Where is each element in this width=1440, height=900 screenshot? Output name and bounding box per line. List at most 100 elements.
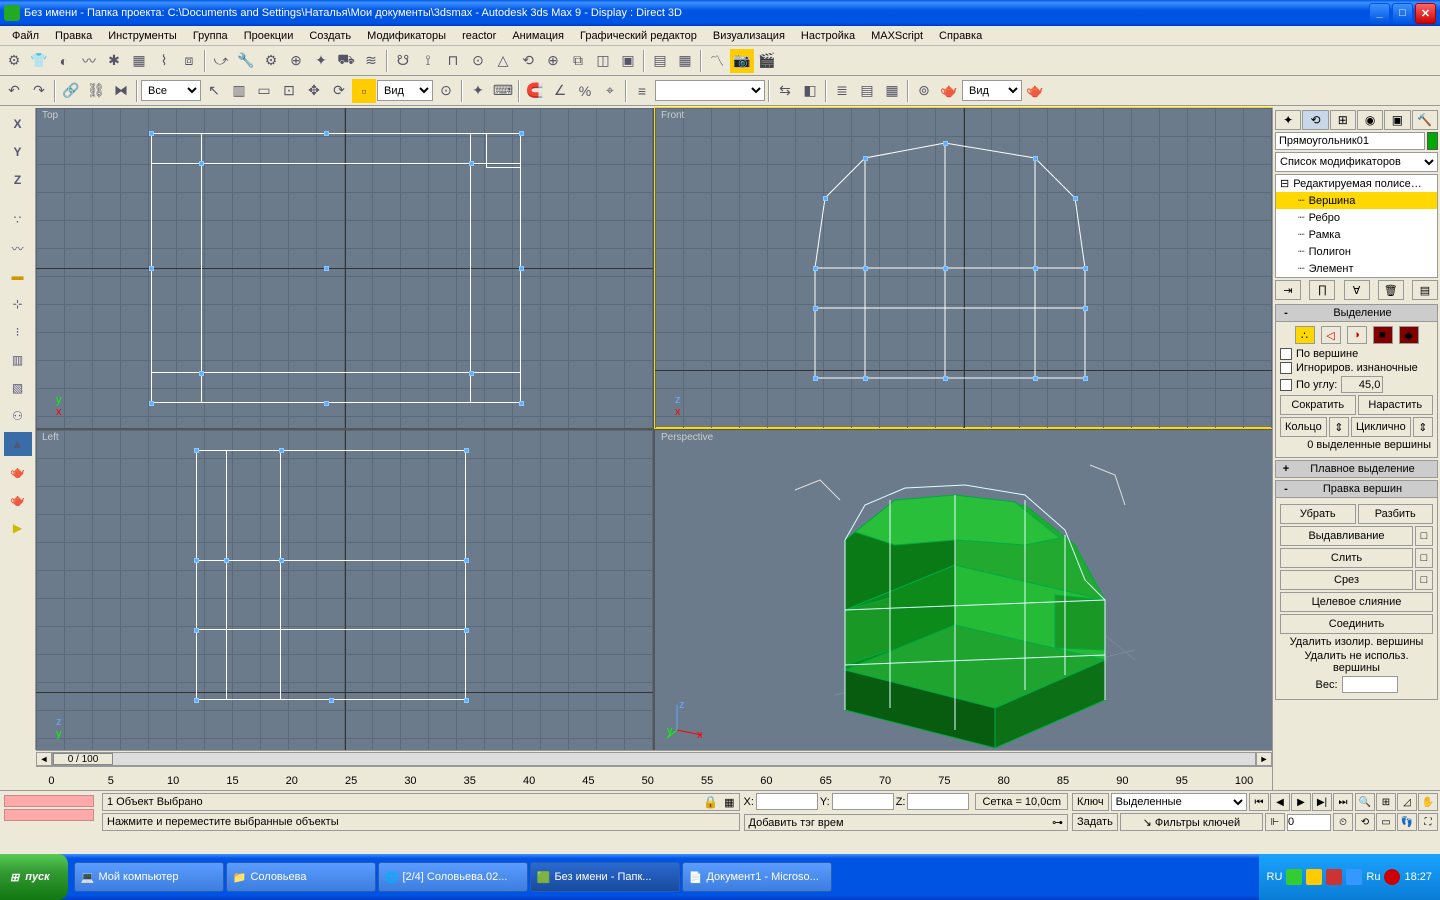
wand-icon[interactable]: ⤻ [209,49,233,73]
object-name-field[interactable] [1275,132,1425,150]
extrude-button[interactable]: Выдавливание [1280,526,1413,546]
teapot-left-icon[interactable]: 🫖 [4,460,32,484]
key-mode-dropdown[interactable]: Выделенные [1111,793,1247,811]
remove-iso-button[interactable]: Удалить изолир. вершины [1282,636,1431,648]
menu-group[interactable]: Группа [185,28,236,44]
viewport-perspective[interactable]: Perspective [655,430,1272,750]
manipulate-icon[interactable]: ✦ [466,79,490,103]
point-icon[interactable]: ⊙ [466,49,490,73]
remove-unused-button[interactable]: Удалить не использ. вершины [1282,650,1431,674]
key-lock-icon[interactable]: ⊶ [1052,816,1063,829]
time-scroll-right[interactable]: ► [1256,752,1272,766]
prev-frame-icon[interactable]: ◀ [1270,793,1290,811]
named-sel-icon[interactable]: ≡ [630,79,654,103]
rollout-selection-header[interactable]: -Выделение [1275,304,1438,322]
goto-start-icon[interactable]: ⏮ [1249,793,1269,811]
scale-icon[interactable]: ▫ [352,79,376,103]
ref-coord-dropdown[interactable]: Вид [377,80,433,101]
break-button[interactable]: Разбить [1358,504,1434,524]
pin-stack-icon[interactable]: ⇥ [1275,280,1301,300]
time-slider-thumb[interactable]: 0 / 100 [53,753,113,765]
wrench-icon[interactable]: 🔧 [234,49,258,73]
menu-maxscript[interactable]: MAXScript [863,28,931,44]
percent-snap-icon[interactable]: % [573,79,597,103]
chk-by-angle[interactable] [1280,379,1292,391]
angular-icon[interactable]: ⟲ [516,49,540,73]
add-time-tag[interactable]: Добавить тэг врем [749,817,844,829]
nav-region-icon[interactable]: ▭ [1376,813,1396,831]
auto-key-button[interactable]: Ключ [1072,793,1109,811]
menu-help[interactable]: Справка [931,28,990,44]
time-slider-track[interactable]: 0 / 100 [52,752,1256,766]
motor-icon[interactable]: ⊕ [284,49,308,73]
ragdoll-icon[interactable]: ☋ [391,49,415,73]
render-icon[interactable]: 🎬 [755,49,779,73]
loop-spinner[interactable]: ⇕ [1413,417,1433,437]
menu-graph[interactable]: Графический редактор [572,28,705,44]
select-icon[interactable]: ↖ [202,79,226,103]
connect-button[interactable]: Соединить [1280,614,1433,634]
layer-2-icon[interactable]: ▤ [855,79,879,103]
menu-create[interactable]: Создать [301,28,359,44]
start-button[interactable]: ⊞пуск [0,854,68,900]
tab-display-icon[interactable]: ▣ [1384,110,1410,130]
layer-3-icon[interactable]: ▦ [880,79,904,103]
flame-icon[interactable]: ▲ [4,432,32,456]
task-browser[interactable]: 🌐 [2/4] Соловьева.02... [378,862,528,892]
modifier-list-dropdown[interactable]: Список модификаторов [1275,152,1438,172]
material-icon[interactable]: ⊚ [912,79,936,103]
rotate-icon[interactable]: ⟳ [327,79,351,103]
curve-editor-icon[interactable]: 〽 [705,49,729,73]
nav-zoom-icon[interactable]: 🔍 [1355,793,1375,811]
window-cross-icon[interactable]: ⊡ [277,79,301,103]
time-scroll-left[interactable]: ◄ [36,752,52,766]
selection-filter-dropdown[interactable]: Все [141,80,201,101]
bind-icon[interactable]: ⧓ [109,79,133,103]
tray-icon-2[interactable] [1306,869,1322,885]
stack-polygon[interactable]: ┈ Полигон [1276,243,1437,260]
spinner-snap-icon[interactable]: ⌖ [598,79,622,103]
nav-orbit-icon[interactable]: ⟲ [1355,813,1375,831]
set-key-button[interactable]: Задать [1072,813,1118,831]
y-coord-field[interactable] [832,793,894,810]
tab-utilities-icon[interactable]: 🔨 [1412,110,1438,130]
stack-edge[interactable]: ┈ Ребро [1276,209,1437,226]
chamfer-settings-icon[interactable]: □ [1415,570,1433,590]
mirror-icon[interactable]: ⇆ [773,79,797,103]
render-setup-icon[interactable]: 📷 [730,49,754,73]
prism-icon[interactable]: △ [491,49,515,73]
plane-icon[interactable]: ▦ [127,49,151,73]
align-icon[interactable]: ◧ [798,79,822,103]
y-constraint[interactable]: Y [4,140,32,164]
extrude-settings-icon[interactable]: □ [1415,526,1433,546]
grow-button[interactable]: Нарастить [1358,395,1434,415]
quick-render-icon[interactable]: 🫖 [1023,79,1047,103]
wind-icon[interactable]: ✱ [102,49,126,73]
pivot-icon[interactable]: ⊙ [434,79,458,103]
play-anim-icon[interactable]: ▶ [1291,793,1311,811]
subobj-vertex-icon[interactable]: ∴ [1295,326,1315,344]
configure-icon[interactable]: ▤ [1412,280,1438,300]
x-coord-field[interactable] [756,793,818,810]
nav-fov-icon[interactable]: ◿ [1397,793,1417,811]
hinge-icon[interactable]: ⊓ [441,49,465,73]
cloth-icon[interactable]: 👕 [27,49,51,73]
render-preset-dropdown[interactable]: Вид [962,80,1022,101]
spacing-icon[interactable]: ⁝ [4,320,32,344]
world-icon[interactable]: ⊕ [541,49,565,73]
chk-by-vertex[interactable] [1280,348,1292,360]
subobj-edge-icon[interactable]: ◁ [1321,326,1341,344]
menu-modifiers[interactable]: Модификаторы [359,28,454,44]
task-mycomputer[interactable]: 💻 Мой компьютер [74,862,224,892]
car-icon[interactable]: ⛟ [334,49,358,73]
tab-hierarchy-icon[interactable]: ⊞ [1330,110,1356,130]
spring-icon[interactable]: ⌇ [152,49,176,73]
menu-animation[interactable]: Анимация [504,28,572,44]
viewport-front[interactable]: Front zx [655,108,1272,428]
menu-edit[interactable]: Правка [47,28,100,44]
particles-icon[interactable]: ∵ [4,208,32,232]
tray-icon-5[interactable] [1384,869,1400,885]
subobj-polygon-icon[interactable]: ■ [1373,326,1393,344]
remove-button[interactable]: Убрать [1280,504,1356,524]
unlink-icon[interactable]: ⛓ [84,79,108,103]
